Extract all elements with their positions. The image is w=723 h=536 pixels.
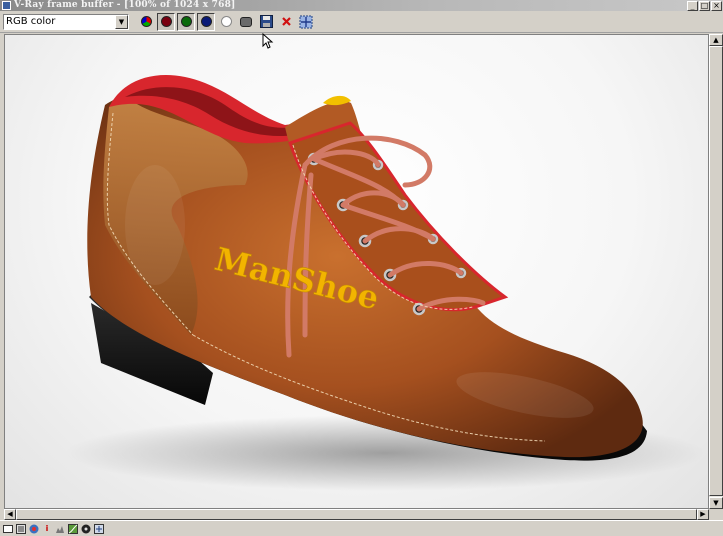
title-bar: V-Ray frame buffer - [100% of 1024 x 768… <box>0 0 723 11</box>
bottom-toolbar: i <box>0 520 723 536</box>
scroll-left-button[interactable]: ◀ <box>4 509 16 520</box>
horizontal-scrollbar[interactable]: ◀ ▶ <box>4 509 709 520</box>
chevron-down-icon[interactable]: ▼ <box>115 14 128 29</box>
horizontal-scroll-thumb[interactable] <box>16 509 697 520</box>
scroll-down-button[interactable]: ▼ <box>709 497 723 509</box>
info-icon[interactable]: i <box>42 524 52 534</box>
rgb-dot-icon <box>140 16 152 27</box>
scroll-right-button[interactable]: ▶ <box>697 509 709 520</box>
floppy-disk-icon <box>259 15 273 28</box>
channel-dropdown[interactable]: RGB color ▼ <box>3 13 129 30</box>
vertical-scrollbar[interactable]: ▲ ▼ <box>709 34 723 509</box>
blue-dot-icon <box>200 16 212 27</box>
channel-dropdown-value: RGB color <box>6 16 56 27</box>
shoe-render: ManShoe <box>65 75 705 491</box>
region-icon <box>299 15 313 28</box>
color-icon[interactable] <box>29 524 39 534</box>
vertical-scroll-thumb[interactable] <box>709 46 723 496</box>
blue-channel-button[interactable] <box>197 12 215 31</box>
levels-icon[interactable] <box>55 524 65 534</box>
display-icon[interactable] <box>3 524 13 534</box>
mono-icon <box>240 16 252 27</box>
green-channel-button[interactable] <box>177 12 195 31</box>
settings-icon[interactable] <box>94 523 104 534</box>
lens-icon[interactable] <box>81 524 91 534</box>
maximize-button[interactable]: □ <box>699 0 710 11</box>
white-dot-icon <box>220 16 232 27</box>
window-title: V-Ray frame buffer - [100% of 1024 x 768… <box>14 0 236 10</box>
history-icon[interactable] <box>16 523 26 534</box>
mouse-cursor-icon <box>262 33 274 49</box>
minimize-button[interactable]: _ <box>687 0 698 11</box>
red-x-icon <box>281 17 291 26</box>
render-viewport[interactable]: ManShoe <box>4 34 709 509</box>
alpha-channel-button[interactable] <box>217 13 235 31</box>
scroll-corner <box>709 509 723 520</box>
curve-icon[interactable] <box>68 523 78 534</box>
red-channel-button[interactable] <box>157 12 175 31</box>
scroll-up-button[interactable]: ▲ <box>709 34 723 46</box>
rgb-channel-button[interactable] <box>137 13 155 31</box>
close-button[interactable]: × <box>711 0 722 11</box>
clear-image-button[interactable] <box>277 13 295 31</box>
toolbar: RGB color ▼ <box>0 11 723 33</box>
vray-app-icon <box>2 1 11 10</box>
save-image-button[interactable] <box>257 13 275 31</box>
region-render-button[interactable] <box>297 13 315 31</box>
green-dot-icon <box>180 16 192 27</box>
monochrome-button[interactable] <box>237 13 255 31</box>
red-dot-icon <box>160 16 172 27</box>
